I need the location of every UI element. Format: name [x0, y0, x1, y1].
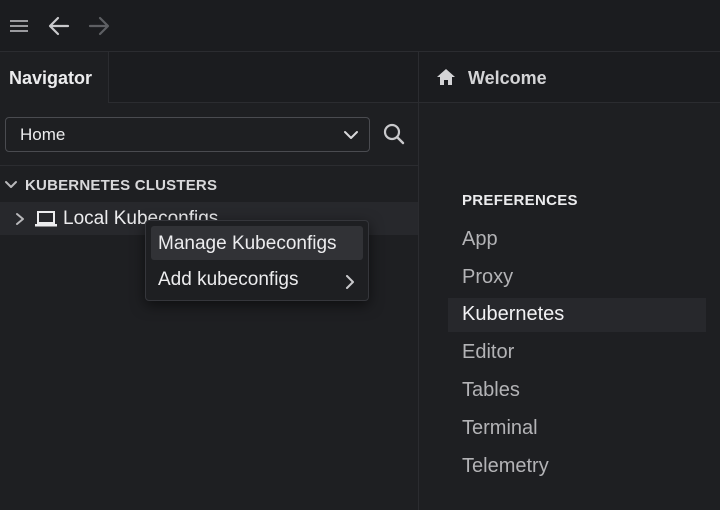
navigator-tab-bar: Navigator — [0, 52, 418, 103]
home-icon — [436, 68, 456, 91]
navigator-select[interactable]: Home — [5, 117, 370, 152]
preference-item-editor[interactable]: Editor — [448, 336, 706, 370]
arrow-right-icon[interactable] — [86, 13, 112, 39]
tab-welcome[interactable]: Welcome — [468, 68, 547, 89]
menu-item-label: Add kubeconfigs — [158, 269, 299, 290]
preference-item-tables[interactable]: Tables — [448, 374, 706, 408]
navigator-select-value: Home — [20, 125, 66, 144]
section-kubernetes-clusters[interactable]: KUBERNETES CLUSTERS — [0, 173, 418, 197]
chevron-right-icon — [345, 273, 355, 295]
divider — [0, 165, 418, 166]
section-label: KUBERNETES CLUSTERS — [25, 177, 218, 194]
tab-navigator-label: Navigator — [9, 68, 93, 88]
tab-navigator[interactable]: Navigator — [0, 52, 109, 103]
preference-item-telemetry[interactable]: Telemetry — [448, 450, 706, 484]
menu-item-label: Manage Kubeconfigs — [158, 233, 337, 254]
preference-item-terminal[interactable]: Terminal — [448, 412, 706, 446]
preferences-heading: PREFERENCES — [462, 192, 578, 209]
menu-item-manage-kubeconfigs[interactable]: Manage Kubeconfigs — [151, 226, 363, 260]
search-icon[interactable] — [382, 122, 408, 148]
top-toolbar — [0, 0, 720, 52]
preference-item-proxy[interactable]: Proxy — [448, 261, 706, 295]
menu-item-add-kubeconfigs[interactable]: Add kubeconfigs — [151, 262, 363, 296]
context-menu: Manage Kubeconfigs Add kubeconfigs — [145, 220, 369, 301]
preference-item-kubernetes[interactable]: Kubernetes — [448, 298, 706, 332]
hamburger-icon[interactable] — [6, 13, 32, 39]
chevron-down-icon — [343, 127, 359, 147]
chevron-right-icon[interactable] — [14, 212, 26, 231]
arrow-left-icon[interactable] — [46, 13, 72, 39]
laptop-icon — [34, 211, 58, 232]
preference-item-app[interactable]: App — [448, 223, 706, 257]
editor-tab-bar: Welcome — [419, 52, 720, 103]
panel-divider[interactable] — [418, 52, 419, 510]
app-window: Navigator Home KUBERNETES CLUSTERS Local… — [0, 0, 720, 510]
chevron-down-icon — [4, 178, 18, 195]
